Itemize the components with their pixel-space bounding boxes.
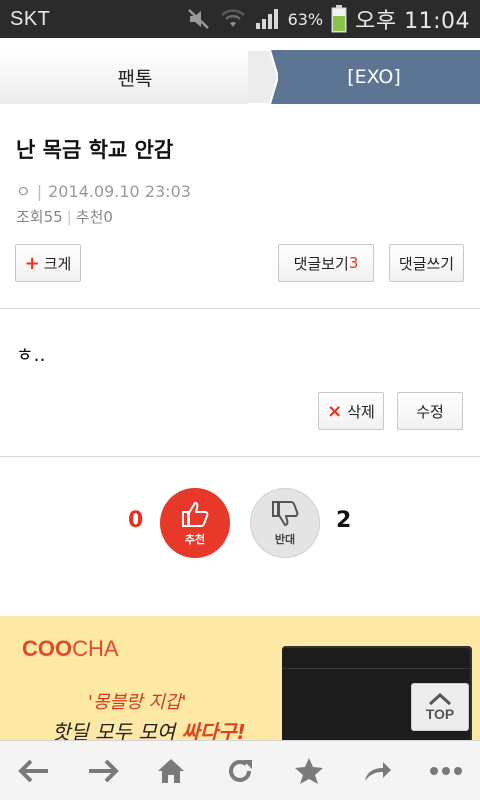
breadcrumb-arrow-icon [248, 50, 278, 104]
view-comments-label: 댓글보기 [293, 254, 349, 273]
back-button[interactable] [10, 747, 58, 795]
comment-count: 3 [348, 254, 359, 272]
oppose-button[interactable]: 반대 [250, 488, 320, 558]
post-author: ㅇ [16, 182, 31, 201]
ad-headline: '몽블랑 지갑' [88, 692, 187, 713]
bookmark-button[interactable] [285, 747, 333, 795]
clock: 오후 11:04 [355, 9, 470, 34]
top-label: TOP [425, 706, 455, 722]
divider [0, 308, 480, 309]
likes-label: 추천 [75, 208, 104, 226]
oppose-label: 반대 [274, 533, 296, 546]
view-comments-button[interactable]: 댓글보기 3 [278, 244, 374, 282]
forward-icon [88, 759, 119, 782]
status-icons: 63% 오후 11:04 [186, 3, 470, 35]
enlarge-text-button[interactable]: + 크게 [15, 244, 81, 282]
delete-button[interactable]: × 삭제 [318, 392, 384, 430]
more-button[interactable] [422, 747, 470, 795]
wifi-icon [220, 9, 245, 27]
recommend-button[interactable]: 추천 [160, 488, 230, 558]
views-label: 조회 [16, 208, 44, 226]
edit-button[interactable]: 수정 [397, 392, 463, 430]
refresh-button[interactable] [216, 747, 264, 795]
recommend-label: 추천 [184, 533, 206, 546]
back-icon [18, 759, 49, 782]
tab-exo[interactable]: [EXO] [248, 50, 480, 104]
vote-section: 0 추천 반대 2 [0, 488, 480, 558]
battery-icon [331, 5, 347, 33]
post-datetime: 2014.09.10 23:03 [48, 182, 191, 201]
divider [0, 456, 480, 457]
post-meta: ㅇ | 2014.09.10 23:03 [16, 182, 191, 201]
share-button[interactable] [353, 747, 401, 795]
carrier-name: SKT [10, 7, 51, 30]
tab-fantalk[interactable]: 팬톡 [0, 50, 270, 104]
edit-label: 수정 [416, 402, 444, 421]
oppose-count: 2 [336, 508, 352, 533]
tab-exo-label: [EXO] [347, 66, 401, 88]
plus-icon: + [24, 252, 40, 274]
ad-tagline: 핫딜 모두 모여 싸다구! [52, 720, 246, 740]
ad-banner[interactable]: COOCHA '몽블랑 지갑' 핫딜 모두 모여 싸다구! [0, 616, 480, 740]
recommend-count: 0 [128, 508, 144, 533]
header-tabs: 팬톡 [EXO] [0, 38, 480, 104]
home-button[interactable] [147, 747, 195, 795]
bookmark-icon [294, 757, 323, 784]
thumbs-up-icon [182, 502, 209, 527]
likes-count: 0 [103, 208, 113, 226]
scroll-top-button[interactable]: TOP [411, 683, 469, 731]
enlarge-label: 크게 [43, 254, 72, 273]
write-comment-label: 댓글쓰기 [398, 254, 455, 273]
thumbs-down-icon [272, 501, 299, 526]
forward-button[interactable] [79, 747, 127, 795]
coocha-logo: COOCHA [22, 636, 119, 661]
post-body: ㅎ.. [16, 344, 46, 366]
refresh-icon [229, 759, 252, 782]
mute-icon [187, 9, 209, 29]
post-title: 난 목금 학교 안감 [16, 138, 174, 162]
tab-fantalk-label: 팬톡 [117, 67, 153, 90]
post-stats: 조회55 | 추천0 [16, 208, 113, 226]
more-icon [429, 766, 462, 775]
home-icon [158, 758, 185, 783]
status-bar: SKT 63% 오후 11:04 [0, 0, 480, 38]
chevron-up-icon [428, 692, 452, 706]
wallet-seam [282, 668, 472, 669]
browser-toolbar [0, 740, 480, 800]
write-comment-button[interactable]: 댓글쓰기 [389, 244, 464, 282]
close-icon: × [327, 400, 343, 422]
battery-percent: 63% [287, 9, 324, 29]
views-count: 55 [43, 208, 63, 226]
signal-icon [255, 9, 278, 29]
delete-label: 삭제 [347, 402, 375, 421]
share-icon [365, 761, 392, 781]
